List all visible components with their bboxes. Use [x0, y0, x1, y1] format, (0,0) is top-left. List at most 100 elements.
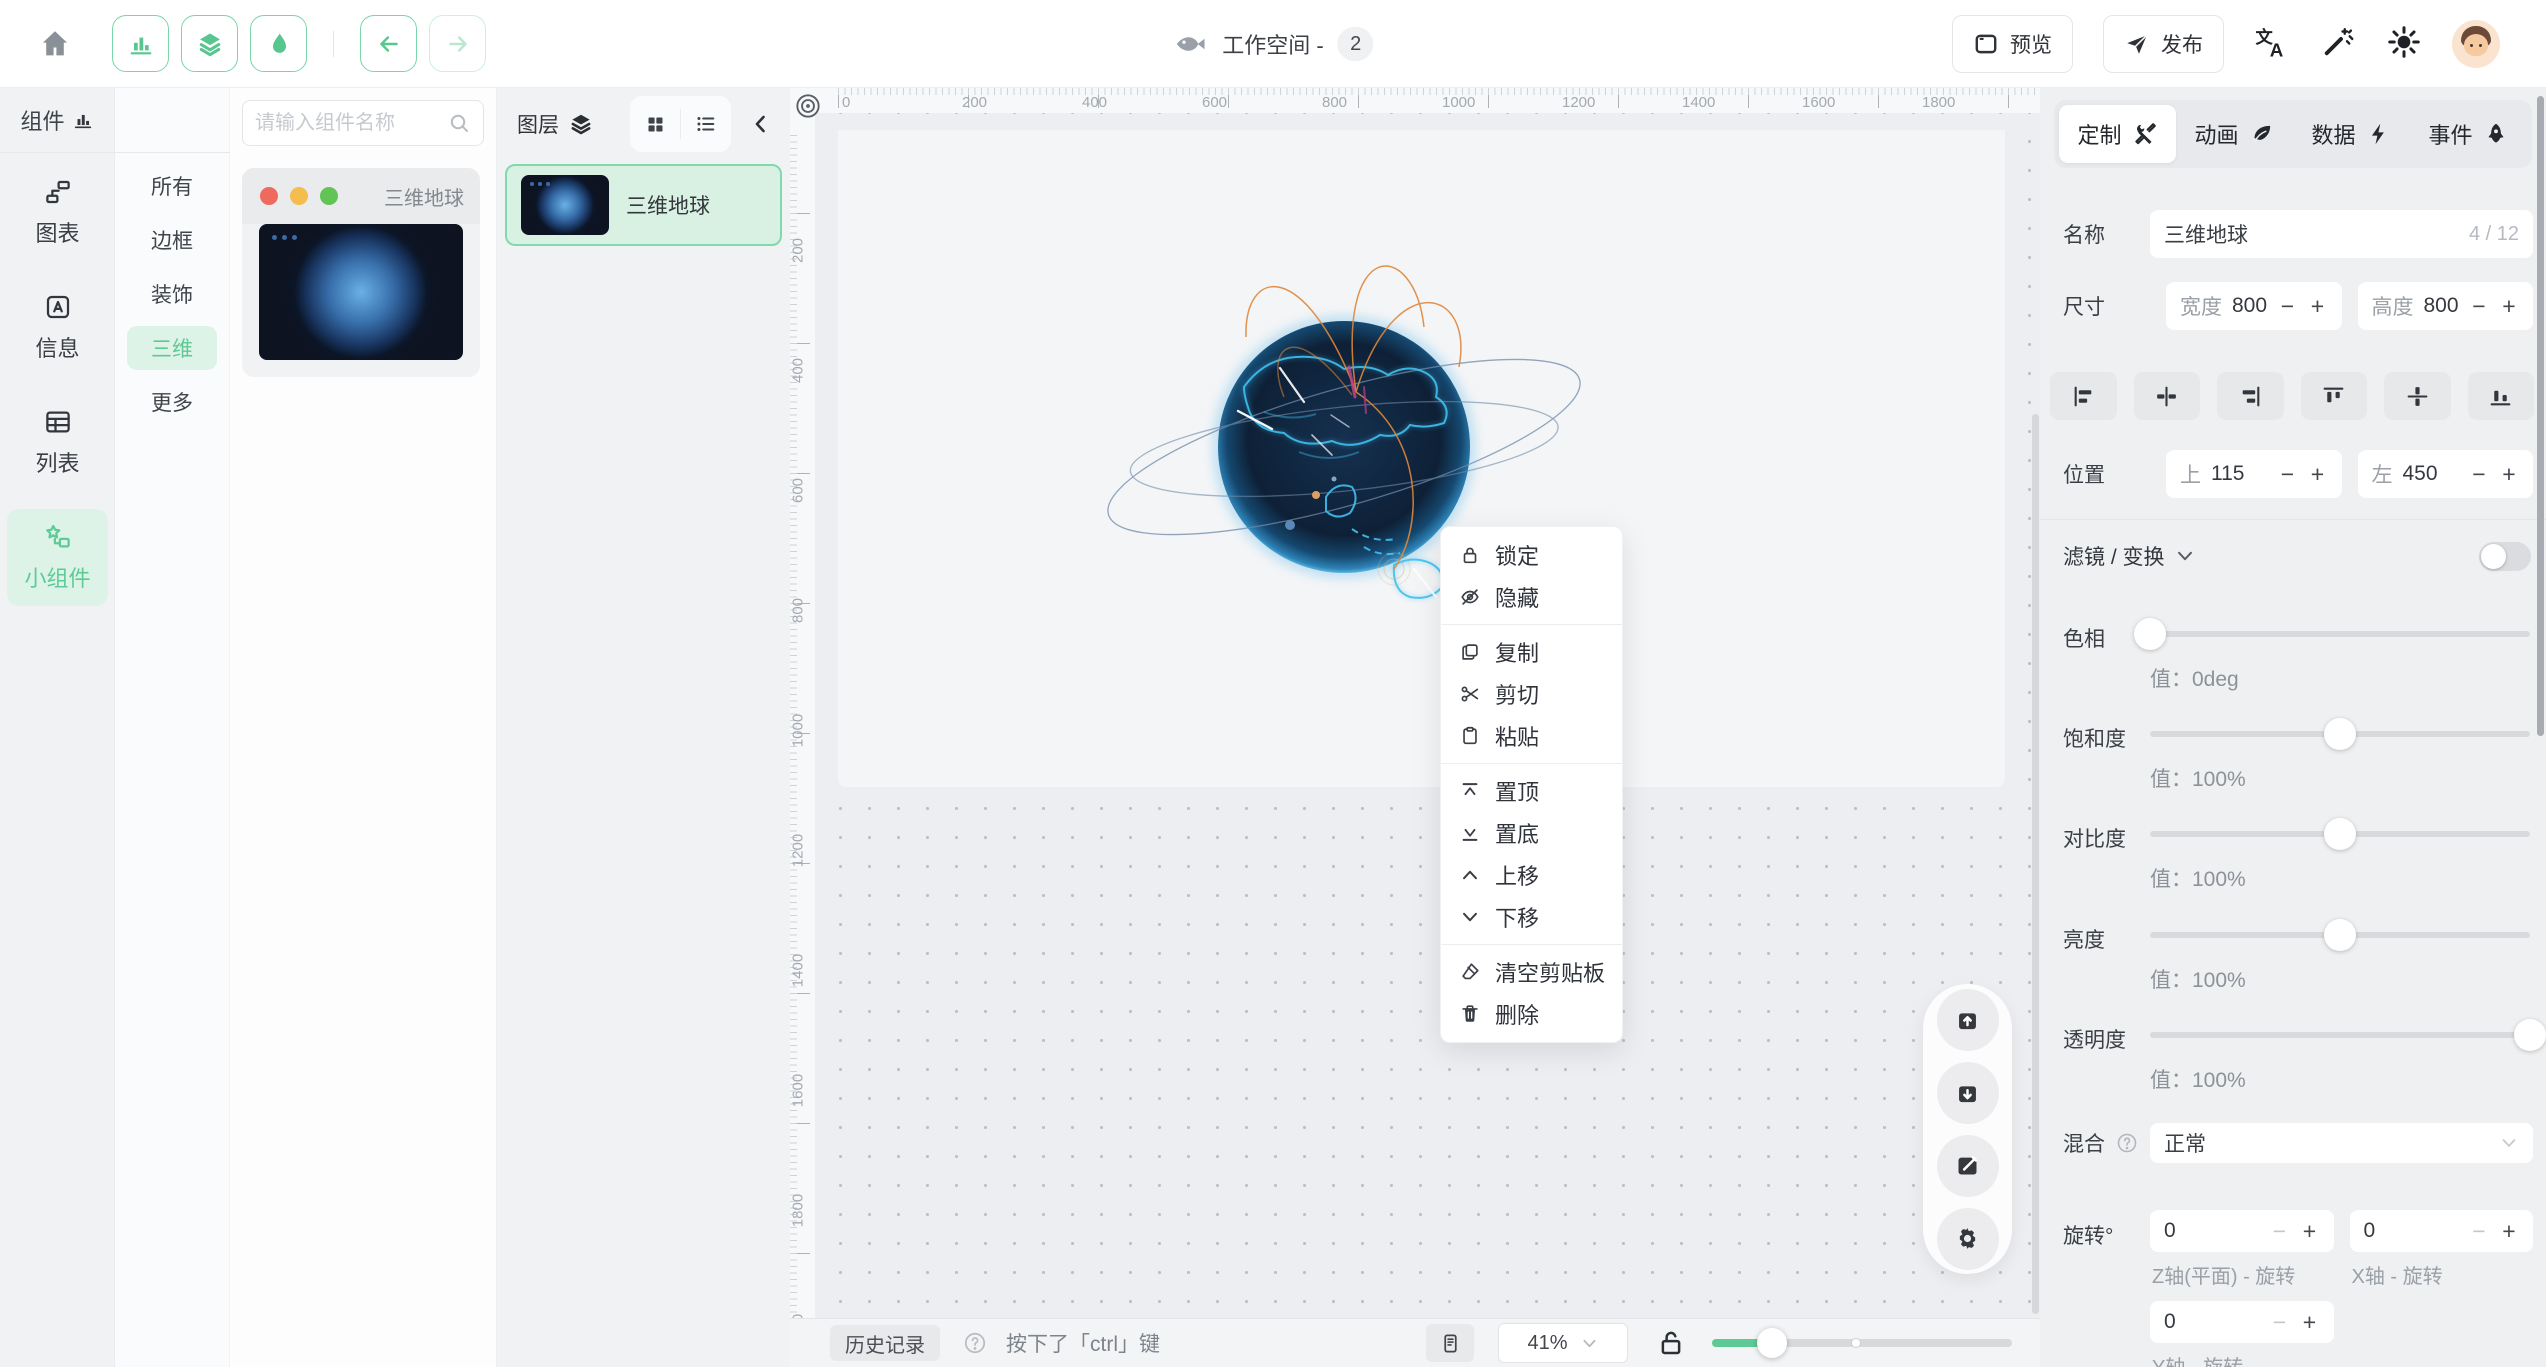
context-menu-item-隐藏[interactable]: 隐藏: [1441, 576, 1622, 618]
slider-thumb[interactable]: [2514, 1019, 2546, 1051]
decrement-button[interactable]: −: [2467, 461, 2491, 488]
list-view-button[interactable]: [681, 96, 731, 152]
align-bottom-button[interactable]: [2468, 372, 2535, 420]
number-field[interactable]: 0−+: [2150, 1301, 2334, 1343]
arrow-right-button[interactable]: [429, 15, 486, 72]
bar-chart-tool-button[interactable]: [112, 15, 169, 72]
category-item-边框[interactable]: 边框: [127, 218, 217, 262]
increment-button[interactable]: +: [2497, 1218, 2521, 1245]
align-v-center-button[interactable]: [2384, 372, 2451, 420]
increment-button[interactable]: +: [2298, 1309, 2322, 1336]
canvas-area[interactable]: 0200400600800100012001400160018002000 20…: [790, 88, 2040, 1367]
slider-track[interactable]: [2150, 932, 2530, 938]
name-input[interactable]: 三维地球 4 / 12: [2150, 210, 2533, 258]
blend-select[interactable]: 正常: [2150, 1123, 2533, 1163]
decrement-button[interactable]: −: [2276, 461, 2300, 488]
arrow-left-button[interactable]: [360, 15, 417, 72]
inspector-scrollbar[interactable]: [2537, 96, 2544, 736]
publish-button[interactable]: 发布: [2103, 15, 2224, 73]
edit-button[interactable]: [1937, 1135, 1999, 1197]
context-menu-item-锁定[interactable]: 锁定: [1441, 534, 1622, 576]
decrement-button[interactable]: −: [2268, 1309, 2292, 1336]
increment-button[interactable]: +: [2497, 461, 2521, 488]
align-h-center-button[interactable]: [2134, 372, 2201, 420]
slider-thumb[interactable]: [2324, 718, 2356, 750]
sun-button[interactable]: [2386, 24, 2422, 65]
history-button[interactable]: 历史记录: [830, 1325, 940, 1361]
context-menu-item-清空剪贴板[interactable]: 清空剪贴板: [1441, 951, 1622, 993]
increment-button[interactable]: +: [2306, 293, 2330, 320]
tab-定制[interactable]: 定制: [2059, 105, 2176, 163]
layer-item[interactable]: 三维地球: [505, 164, 782, 246]
category-item-更多[interactable]: 更多: [127, 380, 217, 424]
context-menu-item-粘贴[interactable]: 粘贴: [1441, 715, 1622, 757]
category-item-装饰[interactable]: 装饰: [127, 272, 217, 316]
number-field-左[interactable]: 左450−+: [2358, 450, 2534, 498]
number-field[interactable]: 0−+: [2150, 1210, 2334, 1252]
slider-track[interactable]: [2150, 631, 2530, 637]
slider-track[interactable]: [2150, 831, 2530, 837]
number-field-宽度[interactable]: 宽度800−+: [2166, 282, 2342, 330]
sidebar-item-小组件[interactable]: 小组件: [7, 509, 108, 606]
zoom-select[interactable]: 41%: [1498, 1323, 1628, 1363]
increment-button[interactable]: +: [2298, 1218, 2322, 1245]
slider-thumb[interactable]: [2324, 919, 2356, 951]
number-field[interactable]: 0−+: [2350, 1210, 2534, 1252]
decrement-button[interactable]: −: [2467, 293, 2491, 320]
search-input[interactable]: [255, 112, 447, 135]
layers-tool-button[interactable]: [181, 15, 238, 72]
wand-button[interactable]: [2320, 24, 2356, 65]
context-menu-item-上移[interactable]: 上移: [1441, 854, 1622, 896]
export-button[interactable]: [1937, 989, 1999, 1051]
align-right-button[interactable]: [2217, 372, 2284, 420]
lock-open-icon[interactable]: [1656, 1328, 1686, 1358]
collapse-panel-button[interactable]: [744, 96, 778, 152]
zoom-slider-thumb[interactable]: [1757, 1328, 1787, 1358]
slider-thumb[interactable]: [2134, 618, 2166, 650]
home-icon[interactable]: [38, 27, 72, 61]
filter-transform-section[interactable]: 滤镜 / 变换: [2063, 536, 2531, 576]
context-menu-item-下移[interactable]: 下移: [1441, 896, 1622, 938]
preview-button[interactable]: 预览: [1952, 15, 2073, 73]
context-menu-item-复制[interactable]: 复制: [1441, 631, 1622, 673]
grid-view-button[interactable]: [630, 96, 680, 152]
decrement-button[interactable]: −: [2467, 1218, 2491, 1245]
slider-track[interactable]: [2150, 1032, 2530, 1038]
number-field-高度[interactable]: 高度800−+: [2358, 282, 2534, 330]
context-menu-item-剪切[interactable]: 剪切: [1441, 673, 1622, 715]
search-box[interactable]: [242, 100, 484, 146]
zoom-slider[interactable]: [1712, 1328, 2012, 1358]
context-menu-item-删除[interactable]: 删除: [1441, 993, 1622, 1035]
sidebar-item-图表[interactable]: 图表: [7, 164, 108, 261]
drop-tool-button[interactable]: [250, 15, 307, 72]
category-item-所有[interactable]: 所有: [127, 164, 217, 208]
sidebar-item-信息[interactable]: 信息: [7, 279, 108, 376]
context-menu-item-置底[interactable]: 置底: [1441, 812, 1622, 854]
help-icon[interactable]: [2115, 1131, 2139, 1155]
increment-button[interactable]: +: [2306, 461, 2330, 488]
tab-数据[interactable]: 数据: [2293, 105, 2410, 163]
increment-button[interactable]: +: [2497, 293, 2521, 320]
align-top-button[interactable]: [2301, 372, 2368, 420]
number-field-上[interactable]: 上115−+: [2166, 450, 2342, 498]
target-icon[interactable]: [792, 90, 824, 122]
decrement-button[interactable]: −: [2268, 1218, 2292, 1245]
canvas-scrollbar[interactable]: [2032, 414, 2039, 1314]
avatar[interactable]: [2452, 20, 2500, 68]
sidebar-item-列表[interactable]: 列表: [7, 394, 108, 491]
decrement-button[interactable]: −: [2276, 293, 2300, 320]
slider-thumb[interactable]: [2324, 818, 2356, 850]
translate-button[interactable]: 文A: [2254, 24, 2290, 65]
import-button[interactable]: [1937, 1062, 1999, 1124]
align-left-button[interactable]: [2050, 372, 2117, 420]
slider-track[interactable]: [2150, 731, 2530, 737]
history-panel-button[interactable]: [1426, 1324, 1474, 1362]
help-icon[interactable]: [962, 1330, 988, 1356]
category-item-三维[interactable]: 三维: [127, 326, 217, 370]
filter-toggle[interactable]: [2479, 542, 2531, 571]
tab-事件[interactable]: 事件: [2410, 105, 2527, 163]
context-menu-item-置顶[interactable]: 置顶: [1441, 770, 1622, 812]
settings-button[interactable]: [1937, 1208, 1999, 1270]
component-card[interactable]: 三维地球: [242, 168, 480, 377]
tab-动画[interactable]: 动画: [2176, 105, 2293, 163]
